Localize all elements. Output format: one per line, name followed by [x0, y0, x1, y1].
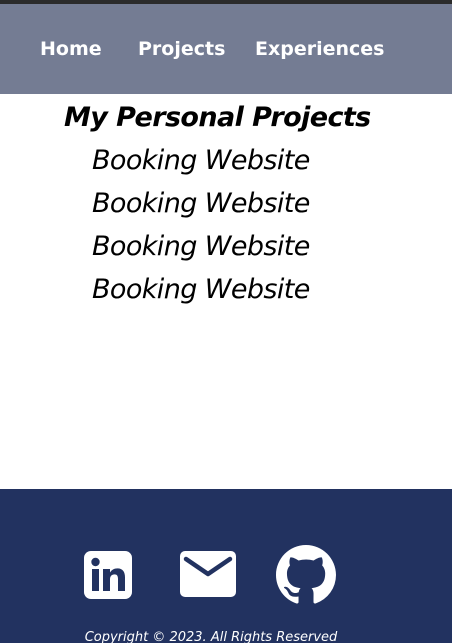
github-icon [276, 545, 336, 604]
mail-icon [180, 551, 236, 597]
page-footer: Copyright © 2023. All Rights Reserved [0, 489, 452, 643]
project-item[interactable]: Booking Website [92, 143, 310, 179]
project-item[interactable]: Booking Website [92, 272, 310, 308]
nav-link-home[interactable]: Home [40, 36, 102, 62]
project-item[interactable]: Booking Website [92, 186, 310, 222]
linkedin-link[interactable] [84, 551, 132, 599]
nav-link-experiences[interactable]: Experiences [255, 36, 384, 62]
nav-link-projects[interactable]: Projects [138, 36, 225, 62]
project-item[interactable]: Booking Website [92, 229, 310, 265]
linkedin-icon [84, 551, 132, 599]
copyright-label: Copyright © 2023. All Rights Reserved [84, 630, 338, 643]
mail-link[interactable] [180, 551, 236, 597]
page-title: My Personal Projects [64, 102, 371, 133]
top-navigation: Home Projects Experiences [0, 4, 452, 94]
github-link[interactable] [276, 545, 336, 605]
copyright-text: Copyright © 2023. All Rights Reserved [0, 629, 452, 643]
projects-section: My Personal Projects Booking Website Boo… [0, 94, 452, 489]
